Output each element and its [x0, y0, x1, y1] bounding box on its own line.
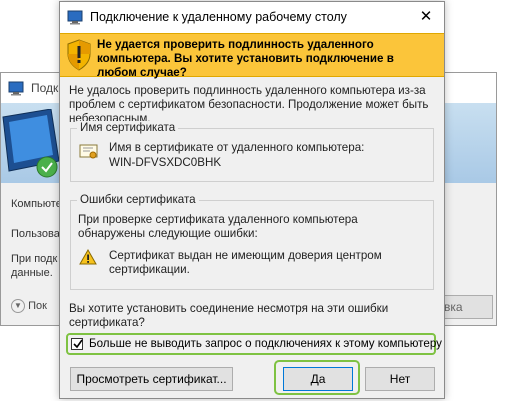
certificate-errors-group: Ошибки сертификата При проверке сертифик…: [70, 193, 434, 290]
connect-question: Вы хотите установить соединение несмотря…: [69, 302, 389, 329]
warning-triangle-icon: [79, 248, 97, 268]
dont-ask-again-label[interactable]: Больше не выводить запрос о подключениях…: [89, 337, 442, 350]
background-user-label: Пользова: [11, 228, 60, 240]
dialog-title: Подключение к удаленному рабочему столу: [90, 10, 347, 24]
background-window-title: Подк: [31, 81, 59, 95]
no-button[interactable]: Нет: [365, 367, 435, 391]
yes-button[interactable]: Да: [283, 367, 353, 391]
remote-desktop-icon: [8, 81, 26, 99]
close-button[interactable]: ✕: [408, 2, 444, 33]
certificate-name-group: Имя сертификата Имя в сертификате от уда…: [70, 121, 434, 182]
certificate-name-label: Имя в сертификате от удаленного компьюте…: [109, 141, 365, 154]
security-shield-icon: [66, 39, 92, 74]
certificate-name-legend: Имя сертификата: [77, 121, 179, 134]
dialog-titlebar: Подключение к удаленному рабочему столу …: [60, 2, 444, 33]
dont-ask-again-checkbox[interactable]: [71, 338, 83, 350]
checkmark-icon: [72, 338, 84, 353]
certificate-name-value: WIN-DFVSXDC0BHK: [109, 156, 222, 169]
certificate-errors-intro: При проверке сертификата удаленного комп…: [78, 213, 358, 240]
background-note-line1: При подк: [11, 253, 58, 265]
background-note-line2: данные.: [11, 267, 53, 279]
certificate-error-item: Сертификат выдан не имеющим доверия цент…: [109, 249, 382, 276]
chevron-down-icon: ▼: [11, 299, 25, 313]
background-connect-button: вка: [441, 295, 493, 319]
background-options-toggle: ▼ Пок: [11, 299, 47, 313]
warning-banner-text: Не удается проверить подлинность удаленн…: [97, 38, 394, 79]
view-certificate-button[interactable]: Просмотреть сертификат...: [70, 367, 233, 391]
dont-ask-again-row[interactable]: Больше не выводить запрос о подключениях…: [66, 333, 442, 355]
background-options-label: Пок: [28, 299, 47, 312]
intro-text: Не удалось проверить подлинность удаленн…: [69, 84, 429, 125]
certificate-errors-legend: Ошибки сертификата: [77, 193, 199, 206]
certificate-icon: [79, 144, 99, 163]
warning-banner: Не удается проверить подлинность удаленн…: [60, 33, 444, 79]
close-icon: ✕: [419, 8, 433, 25]
remote-desktop-icon: [67, 10, 85, 28]
certificate-warning-dialog: Подключение к удаленному рабочему столу …: [59, 1, 445, 399]
computer-monitor-icon: [1, 108, 61, 187]
